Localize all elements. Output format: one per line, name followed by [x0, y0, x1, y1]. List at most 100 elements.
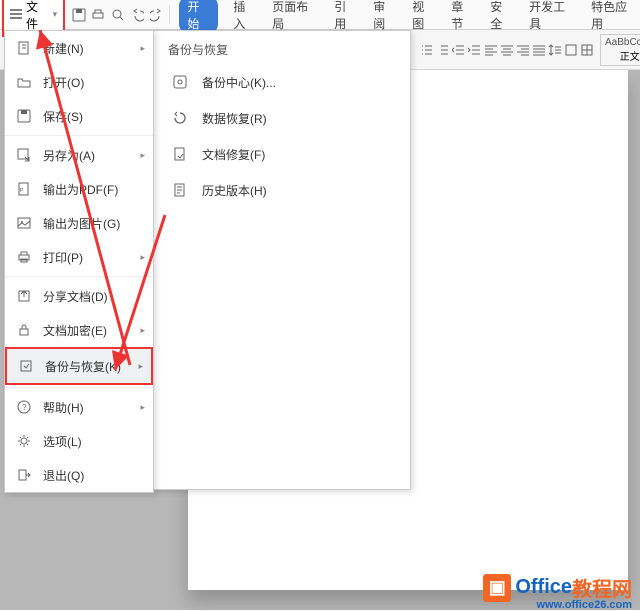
menu-item-new[interactable]: 新建(N) ▸ — [5, 31, 153, 65]
submenu-label: 文档修复(F) — [202, 146, 265, 163]
shading-icon[interactable] — [564, 40, 578, 60]
tab-devtools[interactable]: 开发工具 — [528, 0, 576, 34]
history-icon — [170, 182, 190, 198]
exit-icon — [15, 468, 33, 482]
menu-label: 打印(P) — [43, 249, 83, 266]
submenu-item-backup-center[interactable]: 备份中心(K)... — [154, 64, 410, 100]
menu-label: 退出(Q) — [43, 467, 84, 484]
tab-layout[interactable]: 页面布局 — [271, 0, 319, 34]
align-justify-icon[interactable] — [532, 40, 546, 60]
top-toolbar: 文件 ▾ 开始 插入 页面布局 引用 审阅 视图 章节 安全 开发工具 特色应用 — [0, 0, 640, 30]
menu-item-help[interactable]: ? 帮助(H) ▸ — [5, 390, 153, 424]
new-file-icon — [15, 41, 33, 55]
logo-text-2: 教程网 — [572, 573, 632, 602]
share-icon — [15, 289, 33, 303]
file-dropdown-menu: 新建(N) ▸ 打开(O) 保存(S) 另存为(A) ▸ P 输出为PDF(F)… — [4, 30, 154, 493]
svg-text:?: ? — [22, 403, 27, 412]
chevron-right-icon: ▸ — [140, 150, 145, 161]
toolbar-redo-icon[interactable] — [147, 5, 166, 25]
backup-icon — [17, 359, 35, 373]
save-icon — [15, 109, 33, 123]
align-center-icon[interactable] — [500, 40, 514, 60]
backup-center-icon — [170, 74, 190, 90]
watermark-logo: ▣ Office 教程网 www.office26.com — [483, 573, 632, 602]
submenu-label: 数据恢复(R) — [202, 110, 267, 127]
open-folder-icon — [15, 75, 33, 89]
menu-label: 帮助(H) — [43, 399, 84, 416]
ribbon-tabs: 开始 插入 页面布局 引用 审阅 视图 章节 安全 开发工具 特色应用 — [179, 0, 638, 34]
menu-label: 保存(S) — [43, 108, 83, 125]
menu-separator — [5, 387, 153, 388]
menu-item-backup-restore[interactable]: 备份与恢复(K) ▸ — [5, 347, 153, 385]
border-icon[interactable] — [580, 40, 594, 60]
tab-features[interactable]: 特色应用 — [590, 0, 638, 34]
menu-item-image[interactable]: 输出为图片(G) — [5, 206, 153, 240]
tab-reference[interactable]: 引用 — [333, 0, 358, 34]
submenu-label: 历史版本(H) — [202, 182, 267, 199]
saveas-icon — [15, 148, 33, 162]
logo-mark-icon: ▣ — [483, 574, 511, 602]
menu-label: 选项(L) — [43, 433, 82, 450]
align-right-icon[interactable] — [516, 40, 530, 60]
toolbar-separator — [169, 6, 170, 24]
menu-label: 输出为PDF(F) — [43, 181, 118, 198]
chevron-down-icon: ▾ — [53, 9, 58, 20]
menu-label: 备份与恢复(K) — [45, 358, 121, 375]
line-spacing-icon[interactable] — [548, 40, 562, 60]
menu-label: 分享文档(D) — [43, 288, 108, 305]
image-icon — [15, 216, 33, 230]
submenu-item-history[interactable]: 历史版本(H) — [154, 172, 410, 208]
svg-text:P: P — [20, 188, 24, 194]
repair-icon — [170, 146, 190, 162]
menu-item-exit[interactable]: 退出(Q) — [5, 458, 153, 492]
bullet-list-icon[interactable] — [420, 40, 434, 60]
menu-separator — [5, 276, 153, 277]
menu-item-options[interactable]: 选项(L) — [5, 424, 153, 458]
tab-view[interactable]: 视图 — [411, 0, 436, 34]
tab-insert[interactable]: 插入 — [232, 0, 257, 34]
file-menu-label: 文件 — [26, 0, 49, 32]
menu-label: 新建(N) — [43, 40, 84, 57]
menu-label: 另存为(A) — [43, 147, 95, 164]
lock-icon — [15, 323, 33, 337]
style-normal[interactable]: AaBbCcDd 正文 — [600, 34, 640, 66]
tab-home[interactable]: 开始 — [179, 0, 218, 34]
tab-review[interactable]: 审阅 — [372, 0, 397, 34]
toolbar-save-icon[interactable] — [69, 5, 88, 25]
chevron-right-icon: ▸ — [140, 402, 145, 413]
menu-item-print[interactable]: 打印(P) ▸ — [5, 240, 153, 274]
toolbar-print-icon[interactable] — [89, 5, 108, 25]
chevron-right-icon: ▸ — [138, 361, 143, 372]
print-icon — [15, 250, 33, 264]
menu-item-share[interactable]: 分享文档(D) — [5, 279, 153, 313]
style-preview: AaBbCcDd — [605, 37, 640, 48]
menu-label: 文档加密(E) — [43, 322, 107, 339]
menu-item-pdf[interactable]: P 输出为PDF(F) — [5, 172, 153, 206]
indent-increase-icon[interactable] — [468, 40, 482, 60]
toolbar-undo-icon[interactable] — [127, 5, 146, 25]
pdf-icon: P — [15, 182, 33, 196]
tab-security[interactable]: 安全 — [489, 0, 514, 34]
menu-item-saveas[interactable]: 另存为(A) ▸ — [5, 138, 153, 172]
number-list-icon[interactable] — [436, 40, 450, 60]
menu-item-save[interactable]: 保存(S) — [5, 99, 153, 133]
menu-label: 打开(O) — [43, 74, 84, 91]
backup-restore-submenu: 备份与恢复 备份中心(K)... 数据恢复(R) 文档修复(F) 历史版本(H) — [153, 30, 411, 490]
submenu-title: 备份与恢复 — [154, 31, 410, 64]
hamburger-icon — [10, 8, 22, 22]
chevron-right-icon: ▸ — [140, 252, 145, 263]
menu-item-encrypt[interactable]: 文档加密(E) ▸ — [5, 313, 153, 347]
menu-item-open[interactable]: 打开(O) — [5, 65, 153, 99]
indent-decrease-icon[interactable] — [452, 40, 466, 60]
toolbar-preview-icon[interactable] — [108, 5, 127, 25]
submenu-item-data-recovery[interactable]: 数据恢复(R) — [154, 100, 410, 136]
submenu-item-doc-repair[interactable]: 文档修复(F) — [154, 136, 410, 172]
logo-url: www.office26.com — [536, 599, 632, 611]
recover-icon — [170, 110, 190, 126]
logo-text-1: Office — [515, 576, 572, 599]
chevron-right-icon: ▸ — [140, 43, 145, 54]
menu-separator — [5, 135, 153, 136]
tab-chapter[interactable]: 章节 — [450, 0, 475, 34]
align-left-icon[interactable] — [484, 40, 498, 60]
submenu-label: 备份中心(K)... — [202, 74, 276, 91]
